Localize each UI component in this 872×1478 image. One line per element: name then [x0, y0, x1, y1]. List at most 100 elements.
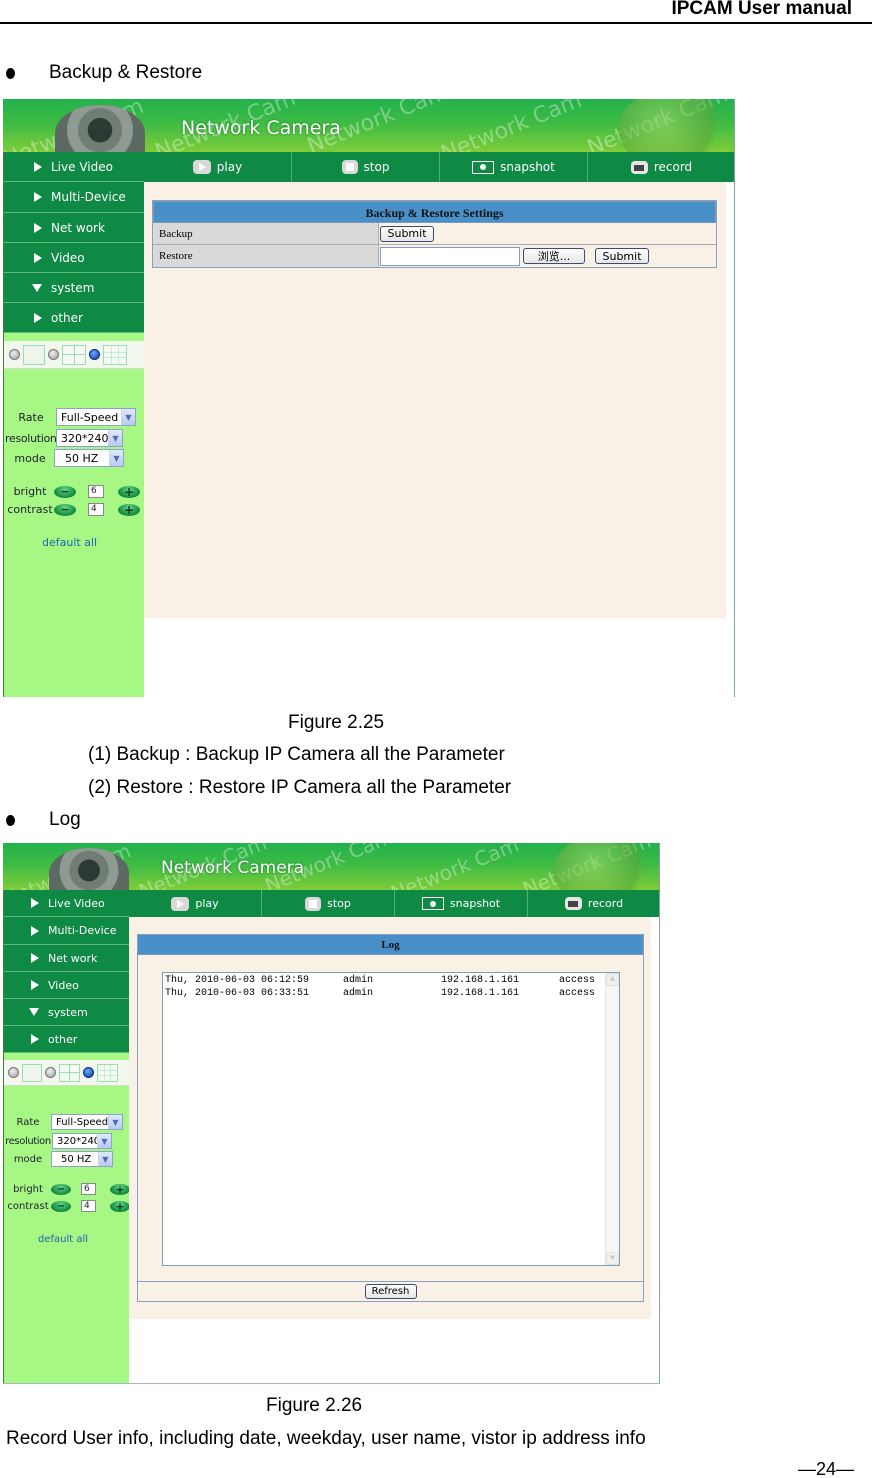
- layout-selector: [4, 341, 144, 369]
- arrow-right-icon: [31, 1034, 39, 1044]
- resolution-select[interactable]: 320*240 ▼: [56, 429, 123, 447]
- section-heading: Log: [49, 809, 81, 830]
- play-button[interactable]: play: [129, 890, 261, 917]
- play-label: play: [195, 897, 219, 910]
- mode-select[interactable]: 50 HZ ▼: [51, 1151, 113, 1167]
- browse-button[interactable]: 浏览...: [523, 248, 585, 264]
- log-entries: Thu, 2010-06-03 06:12:59 admin 192.168.1.1…: [165, 975, 619, 1001]
- watermark: Network Cam: [437, 99, 586, 152]
- record-label: record: [587, 897, 624, 910]
- arrow-right-icon: [34, 192, 42, 202]
- restore-file-input[interactable]: [380, 246, 520, 266]
- contrast-value[interactable]: 4: [81, 1200, 96, 1212]
- stop-label: stop: [327, 897, 351, 910]
- chevron-down-icon: ▼: [121, 409, 135, 425]
- nav-live-video[interactable]: Live Video: [4, 152, 144, 182]
- layout-9-radio[interactable]: [89, 349, 100, 360]
- bright-value[interactable]: 6: [88, 485, 104, 498]
- stop-button[interactable]: stop: [291, 152, 439, 182]
- play-icon: [171, 896, 190, 911]
- play-icon: [192, 160, 211, 174]
- resolution-value: 320*240: [61, 431, 108, 445]
- contrast-plus-button[interactable]: +: [110, 1200, 130, 1213]
- contrast-minus-button[interactable]: −: [51, 1200, 71, 1212]
- default-all-link[interactable]: default all: [42, 536, 97, 549]
- play-label: play: [216, 160, 243, 174]
- globe-graphic: [553, 843, 653, 890]
- layout-9-radio[interactable]: [83, 1067, 94, 1078]
- arrow-right-icon: [31, 953, 39, 963]
- mode-row: mode 50 HZ ▼: [6, 449, 124, 467]
- snapshot-button[interactable]: snapshot: [394, 890, 527, 917]
- chevron-down-icon: ▼: [108, 1115, 122, 1129]
- layout-1-radio[interactable]: [8, 1067, 19, 1078]
- note-backup: (1) Backup : Backup IP Camera all the Pa…: [88, 744, 505, 765]
- backup-restore-panel: Backup & Restore Settings Backup Submit …: [152, 200, 717, 268]
- rate-value: Full-Speed: [56, 1116, 108, 1128]
- nav-multi-device[interactable]: Multi-Device: [4, 917, 129, 945]
- nav-label: other: [51, 310, 83, 325]
- nav-video[interactable]: Video: [4, 972, 129, 999]
- contrast-value[interactable]: 4: [88, 503, 104, 516]
- nav-other[interactable]: other: [4, 1026, 129, 1053]
- rate-select[interactable]: Full-Speed ▼: [56, 408, 136, 426]
- sidebar: Live Video Multi-Device Net work Video s…: [3, 890, 130, 1383]
- restore-submit-button[interactable]: Submit: [595, 248, 649, 264]
- watermark: Network Cam: [387, 843, 523, 890]
- bright-minus-button[interactable]: −: [51, 1183, 71, 1195]
- chevron-down-icon: ▼: [97, 1134, 111, 1148]
- contrast-row: contrast − 4 +: [6, 503, 140, 517]
- nav-label: Multi-Device: [48, 924, 117, 937]
- bullet-dot-icon: [6, 67, 15, 79]
- nav-network[interactable]: Net work: [4, 213, 144, 243]
- figure-caption-2-26: Figure 2.26: [266, 1395, 363, 1416]
- nav-system[interactable]: system: [4, 999, 129, 1026]
- backup-submit-button[interactable]: Submit: [380, 225, 434, 242]
- mode-select[interactable]: 50 HZ ▼: [54, 449, 124, 467]
- bright-value[interactable]: 6: [81, 1183, 96, 1195]
- log-textarea[interactable]: Thu, 2010-06-03 06:12:59 admin 192.168.1.1…: [162, 972, 620, 1266]
- snapshot-button[interactable]: snapshot: [439, 152, 587, 182]
- play-button[interactable]: play: [144, 152, 291, 182]
- layout-4-radio[interactable]: [45, 1067, 56, 1078]
- layout-4-radio[interactable]: [48, 349, 59, 360]
- arrow-down-icon: [29, 1008, 39, 1016]
- backup-label: Backup: [153, 223, 379, 244]
- contrast-label: contrast: [7, 503, 53, 516]
- log-datetime: Thu, 2010-06-03 06:33:51: [165, 988, 310, 999]
- rate-select[interactable]: Full-Speed ▼: [51, 1114, 123, 1130]
- nav-other[interactable]: other: [4, 303, 144, 333]
- record-button[interactable]: record: [527, 890, 659, 917]
- restore-actions: 浏览... Submit: [379, 245, 716, 267]
- nav-system[interactable]: system: [4, 273, 144, 303]
- layout-1-radio[interactable]: [9, 349, 20, 360]
- banner: Network Cam Network Cam Network Cam Netw…: [3, 843, 659, 890]
- nav-label: Net work: [51, 220, 105, 235]
- nav-live-video[interactable]: Live Video: [4, 890, 129, 917]
- scrollbar[interactable]: ▲ ▼: [605, 973, 619, 1265]
- bright-plus-button[interactable]: +: [110, 1183, 130, 1196]
- resolution-select[interactable]: 320*240 ▼: [52, 1133, 112, 1149]
- restore-label: Restore: [153, 245, 379, 267]
- log-action: access: [559, 988, 596, 999]
- nine-view-icon: [97, 1063, 118, 1082]
- nav-label: Live Video: [48, 896, 105, 910]
- page-header: IPCAM User manual: [0, 0, 872, 24]
- contrast-minus-button[interactable]: −: [54, 503, 76, 516]
- stop-button[interactable]: stop: [261, 890, 394, 917]
- camera-dome-icon: [55, 105, 145, 152]
- default-all-link[interactable]: default all: [38, 1234, 88, 1245]
- refresh-button[interactable]: Refresh: [364, 1284, 417, 1299]
- nav-video[interactable]: Video: [4, 243, 144, 273]
- bright-minus-button[interactable]: −: [54, 485, 76, 498]
- contrast-plus-button[interactable]: +: [118, 503, 140, 517]
- arrow-right-icon: [31, 925, 39, 936]
- scroll-up-icon[interactable]: ▲: [606, 973, 619, 986]
- record-button[interactable]: record: [587, 152, 734, 182]
- bright-plus-button[interactable]: +: [118, 485, 140, 499]
- toolbar: play stop snapshot record: [144, 152, 734, 182]
- nav-multi-device[interactable]: Multi-Device: [4, 182, 144, 213]
- log-entry: Thu, 2010-06-03 06:12:59 admin 192.168.1.1…: [165, 975, 619, 988]
- scroll-down-icon[interactable]: ▼: [606, 1252, 619, 1265]
- nav-network[interactable]: Net work: [4, 945, 129, 972]
